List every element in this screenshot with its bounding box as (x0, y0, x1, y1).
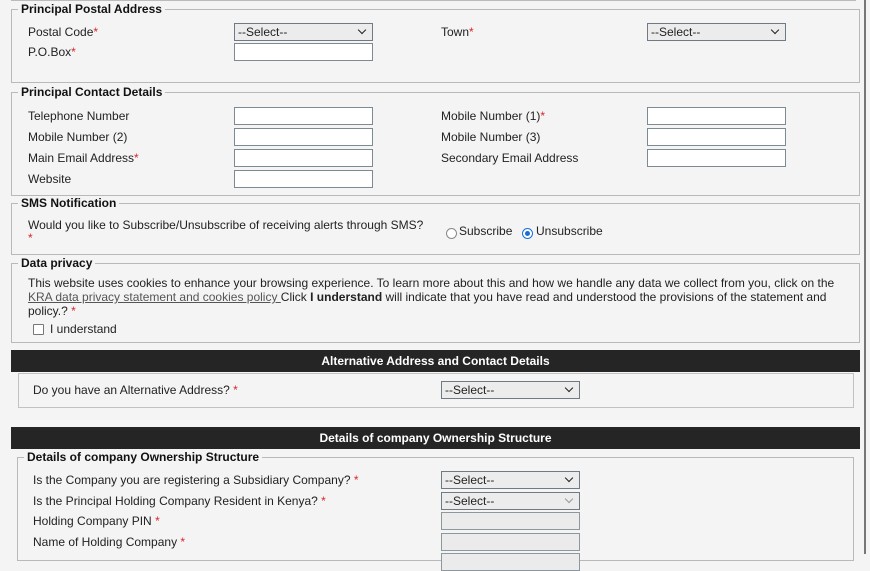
next-field-input[interactable] (441, 553, 580, 571)
resident-select[interactable]: --Select-- (441, 492, 580, 510)
alternative-address-question: Do you have an Alternative Address? * (33, 383, 238, 397)
town-label: Town* (441, 25, 474, 39)
holding-pin-label: Holding Company PIN * (33, 514, 160, 528)
mobile1-input[interactable] (647, 107, 786, 125)
holding-pin-input[interactable] (441, 512, 580, 530)
subsidiary-select[interactable]: --Select-- (441, 471, 580, 489)
previous-section-border (11, 0, 856, 1)
chevron-down-icon (770, 25, 780, 35)
privacy-policy-link[interactable]: KRA data privacy statement and cookies p… (28, 290, 281, 304)
mobile3-label: Mobile Number (3) (441, 130, 541, 144)
telephone-label: Telephone Number (28, 109, 130, 123)
postal-address-legend: Principal Postal Address (21, 2, 162, 16)
holding-name-label: Name of Holding Company * (33, 535, 186, 549)
mobile2-label: Mobile Number (2) (28, 130, 128, 144)
contact-details-legend: Principal Contact Details (21, 85, 163, 99)
po-box-label: P.O.Box* (28, 45, 76, 59)
holding-name-input[interactable] (441, 533, 580, 551)
alternative-address-header: Alternative Address and Contact Details (11, 350, 860, 372)
postal-code-select[interactable]: --Select-- (234, 23, 373, 41)
unsubscribe-radio[interactable] (522, 228, 533, 239)
subscribe-label[interactable]: Subscribe (459, 224, 512, 238)
telephone-input[interactable] (234, 107, 373, 125)
chevron-down-icon (564, 383, 574, 393)
mobile1-label: Mobile Number (1)* (441, 109, 546, 123)
principal-postal-address-group: Principal Postal Address (11, 3, 860, 83)
website-input[interactable] (234, 170, 373, 188)
chevron-down-icon (564, 473, 574, 483)
alternative-address-select[interactable]: --Select-- (441, 381, 580, 399)
postal-code-label: Postal Code* (28, 25, 99, 39)
data-privacy-legend: Data privacy (21, 256, 93, 270)
i-understand-label[interactable]: I understand (50, 322, 117, 336)
subscribe-radio[interactable] (446, 228, 457, 239)
chevron-down-icon (564, 494, 574, 504)
secondary-email-label: Secondary Email Address (441, 151, 579, 165)
subsidiary-question: Is the Company you are registering a Sub… (33, 473, 359, 487)
registration-form-page: Principal Postal Address Postal Code* --… (0, 0, 866, 571)
sms-question: Would you like to Subscribe/Unsubscribe … (28, 218, 424, 232)
ownership-structure-legend: Details of company Ownership Structure (27, 450, 260, 464)
i-understand-checkbox[interactable] (33, 324, 44, 335)
chevron-down-icon (357, 25, 367, 35)
ownership-structure-header: Details of company Ownership Structure (11, 427, 860, 449)
mobile3-input[interactable] (647, 128, 786, 146)
main-email-input[interactable] (234, 149, 373, 167)
secondary-email-input[interactable] (647, 149, 786, 167)
po-box-input[interactable] (234, 43, 373, 61)
website-label: Website (28, 172, 72, 186)
sms-notification-legend: SMS Notification (21, 196, 117, 210)
resident-question: Is the Principal Holding Company Residen… (33, 494, 326, 508)
town-select[interactable]: --Select-- (647, 23, 786, 41)
unsubscribe-label[interactable]: Unsubscribe (536, 224, 603, 238)
privacy-statement: This website uses cookies to enhance you… (28, 276, 835, 318)
main-email-label: Main Email Address* (28, 151, 139, 165)
sms-required-mark: * (28, 231, 33, 245)
mobile2-input[interactable] (234, 128, 373, 146)
